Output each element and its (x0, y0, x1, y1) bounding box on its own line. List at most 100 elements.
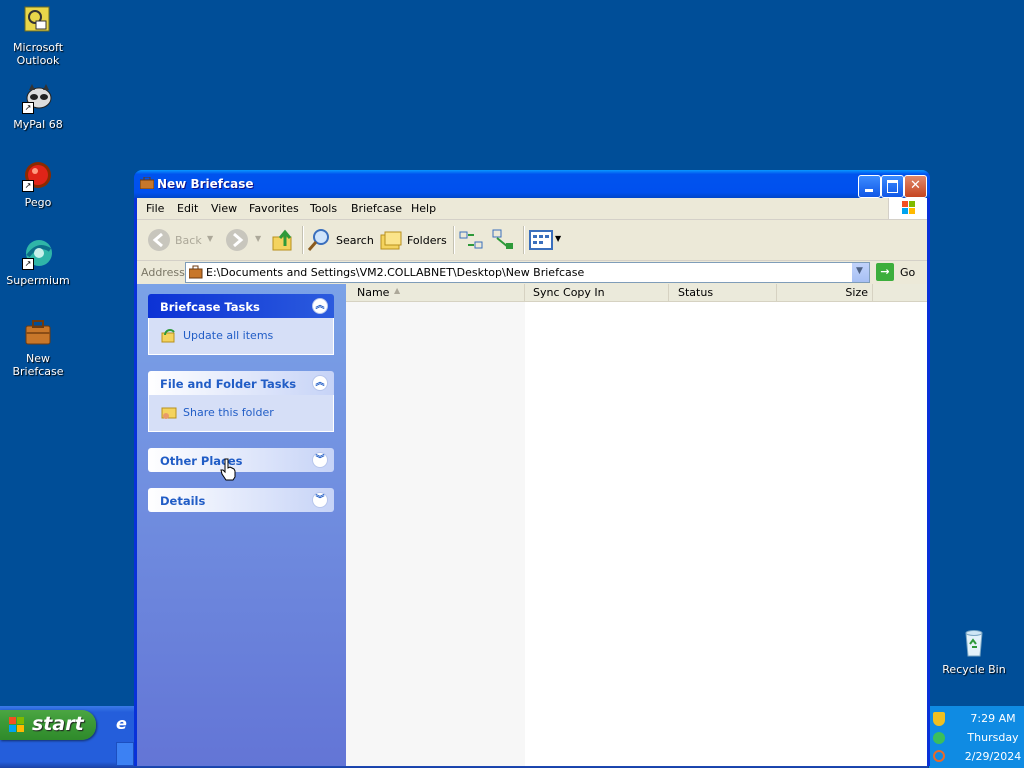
menu-help[interactable]: Help (411, 202, 436, 215)
column-header-label: Sync Copy In (533, 286, 605, 299)
mypal-icon: ↗ (22, 82, 54, 114)
desktop-icon-recycle-bin[interactable]: Recycle Bin (936, 627, 1012, 676)
briefcase-tasks-section: Briefcase Tasks ︽ Update all items (148, 294, 334, 355)
windows-logo-icon (888, 198, 927, 219)
quicklaunch-ie-icon[interactable]: e (116, 714, 132, 733)
column-header-name[interactable]: Name ▲ (346, 284, 525, 301)
clock-day: Thursday (967, 731, 1019, 744)
file-list-view[interactable]: Name ▲ Sync Copy In Status Size (346, 284, 927, 766)
chevron-down-icon: ▼ (555, 234, 562, 243)
menu-edit[interactable]: Edit (177, 202, 198, 215)
section-title: Briefcase Tasks (160, 300, 260, 314)
desktop-icon-label: Outlook (16, 54, 60, 67)
column-header-sync-copy-in[interactable]: Sync Copy In (525, 284, 669, 301)
menu-favorites[interactable]: Favorites (249, 202, 299, 215)
shortcut-arrow-icon: ↗ (22, 102, 34, 114)
other-places-section: Other Places ︾ (148, 448, 334, 472)
windows-flag-icon (9, 717, 24, 732)
column-header-status[interactable]: Status (669, 284, 777, 301)
clock-time[interactable]: 7:29 AM (963, 712, 1023, 725)
minimize-button[interactable] (858, 175, 881, 198)
menu-briefcase[interactable]: Briefcase (351, 202, 402, 215)
section-header[interactable]: File and Folder Tasks ︽ (148, 371, 334, 395)
recycle-bin-icon (958, 627, 990, 659)
section-header[interactable]: Other Places ︾ (148, 448, 334, 472)
forward-button[interactable]: ▼ (223, 226, 263, 254)
share-folder-icon (161, 407, 177, 419)
start-label: start (32, 713, 84, 735)
task-pane: Briefcase Tasks ︽ Update all items File … (137, 284, 346, 766)
address-path: E:\Documents and Settings\VM2.COLLABNET\… (206, 266, 585, 279)
title-bar[interactable]: New Briefcase ✕ (134, 170, 930, 198)
address-input[interactable]: E:\Documents and Settings\VM2.COLLABNET\… (185, 262, 870, 283)
go-arrow-icon: → (876, 263, 894, 281)
back-label: Back (175, 234, 202, 247)
back-button[interactable]: Back ▼ (145, 226, 213, 254)
network-icon[interactable] (933, 732, 945, 744)
outlook-icon (22, 5, 54, 37)
up-folder-button[interactable] (271, 226, 297, 254)
system-tray: 7:29 AM Thursday 2/29/2024 (928, 706, 1024, 768)
desktop-icon-label: Recycle Bin (942, 663, 1006, 676)
shortcut-arrow-icon: ↗ (22, 258, 34, 270)
expand-chevron-icon[interactable]: ︾ (312, 492, 328, 508)
folders-label: Folders (407, 234, 447, 247)
chevron-down-icon: ▼ (255, 234, 262, 243)
window-client: File Edit View Favorites Tools Briefcase… (137, 198, 927, 766)
menu-file[interactable]: File (146, 202, 164, 215)
update-all-items-link[interactable]: Update all items (183, 329, 273, 342)
views-button[interactable]: ▼ (529, 226, 563, 254)
desktop-icon-new-briefcase[interactable]: New Briefcase (0, 316, 76, 378)
share-this-folder-link[interactable]: Share this folder (183, 406, 274, 419)
taskbar-task-button[interactable] (116, 742, 134, 766)
briefcase-icon (189, 265, 203, 279)
split-from-original-button[interactable] (491, 226, 517, 254)
desktop-icon-mypal[interactable]: ↗ MyPal 68 (0, 82, 76, 131)
address-dropdown-button[interactable]: ▼ (851, 263, 869, 282)
desktop-icon-supermium[interactable]: ↗ Supermium (0, 238, 76, 287)
folders-icon (380, 231, 402, 250)
close-button[interactable]: ✕ (904, 175, 927, 198)
split-icon (492, 229, 513, 249)
pego-icon: ↗ (22, 160, 54, 192)
hand-cursor-icon (220, 458, 236, 481)
search-button[interactable]: Search (307, 226, 374, 254)
supermium-icon: ↗ (22, 238, 54, 270)
desktop-icon-pego[interactable]: ↗ Pego (0, 160, 76, 209)
folders-button[interactable]: Folders (379, 226, 447, 254)
collapse-chevron-icon[interactable]: ︽ (312, 298, 328, 314)
column-header-label: Name (357, 286, 390, 299)
column-headers: Name ▲ Sync Copy In Status Size (346, 284, 927, 302)
toolbar: Back ▼ ▼ Search Folders ▼ (137, 220, 927, 261)
menu-tools[interactable]: Tools (310, 202, 337, 215)
address-bar: Address E:\Documents and Settings\VM2.CO… (137, 261, 927, 285)
collapse-chevron-icon[interactable]: ︽ (312, 375, 328, 391)
file-folder-tasks-section: File and Folder Tasks ︽ Share this folde… (148, 371, 334, 432)
expand-chevron-icon[interactable]: ︾ (312, 452, 328, 468)
chevron-down-icon: ▼ (856, 266, 863, 276)
back-arrow-icon (148, 229, 170, 251)
shortcut-arrow-icon: ↗ (22, 180, 34, 192)
desktop-icon-label: Supermium (6, 274, 70, 287)
sync-button[interactable] (459, 226, 485, 254)
search-icon (307, 229, 329, 251)
minimize-icon (865, 189, 873, 192)
address-label: Address (141, 266, 185, 279)
sync-icon (459, 231, 483, 249)
briefcase-icon (140, 177, 154, 189)
desktop-icon-outlook[interactable]: Microsoft Outlook (0, 5, 76, 67)
sort-ascending-icon: ▲ (394, 286, 401, 295)
section-title: Details (160, 494, 206, 508)
go-label: Go (900, 266, 916, 279)
security-shield-icon[interactable] (933, 712, 945, 726)
maximize-button[interactable] (881, 175, 904, 198)
start-button[interactable]: start (0, 710, 96, 740)
forward-arrow-icon (226, 229, 248, 251)
section-header[interactable]: Briefcase Tasks ︽ (148, 294, 334, 318)
menu-view[interactable]: View (211, 202, 237, 215)
column-header-size[interactable]: Size (777, 284, 873, 301)
go-button[interactable]: → Go (876, 263, 924, 282)
search-tray-icon[interactable] (933, 750, 945, 762)
section-header[interactable]: Details ︾ (148, 488, 334, 512)
section-title: File and Folder Tasks (160, 377, 297, 391)
